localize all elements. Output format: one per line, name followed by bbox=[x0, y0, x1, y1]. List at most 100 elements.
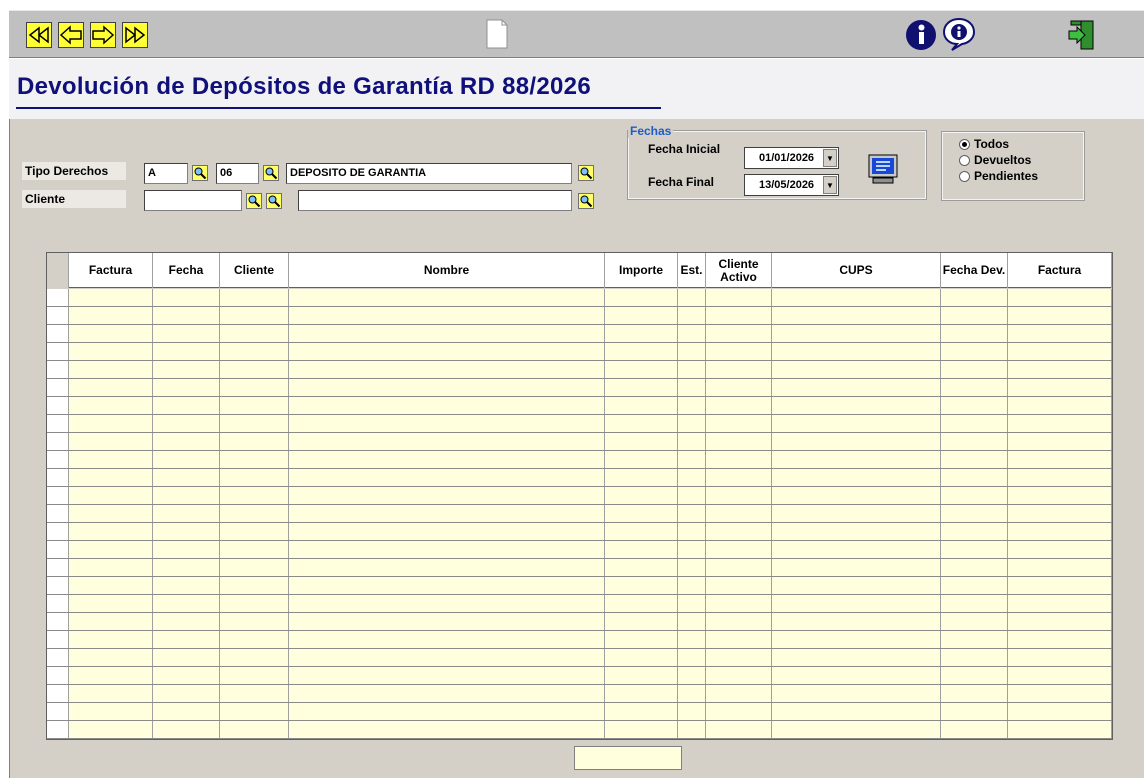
table-cell[interactable] bbox=[706, 361, 772, 378]
table-row[interactable] bbox=[47, 721, 1112, 739]
row-selector[interactable] bbox=[47, 379, 69, 396]
table-cell[interactable] bbox=[772, 721, 941, 738]
table-cell[interactable] bbox=[289, 307, 605, 324]
table-cell[interactable] bbox=[605, 307, 678, 324]
table-cell[interactable] bbox=[153, 649, 220, 666]
table-cell[interactable] bbox=[220, 361, 289, 378]
table-cell[interactable] bbox=[678, 577, 706, 594]
table-cell[interactable] bbox=[706, 703, 772, 720]
table-cell[interactable] bbox=[706, 397, 772, 414]
row-selector[interactable] bbox=[47, 469, 69, 486]
table-cell[interactable] bbox=[605, 415, 678, 432]
table-cell[interactable] bbox=[1008, 307, 1112, 324]
table-cell[interactable] bbox=[69, 595, 153, 612]
refresh-button[interactable] bbox=[867, 154, 899, 184]
table-cell[interactable] bbox=[220, 523, 289, 540]
row-selector[interactable] bbox=[47, 361, 69, 378]
table-cell[interactable] bbox=[1008, 703, 1112, 720]
table-cell[interactable] bbox=[678, 559, 706, 576]
table-cell[interactable] bbox=[1008, 487, 1112, 504]
tipo-description-field[interactable]: DEPOSITO DE GARANTIA bbox=[286, 163, 572, 184]
table-cell[interactable] bbox=[941, 379, 1008, 396]
row-selector[interactable] bbox=[47, 325, 69, 342]
radio-devueltos[interactable]: Devueltos bbox=[959, 153, 1031, 167]
tipo-code-field[interactable]: A bbox=[144, 163, 188, 184]
column-header-fecha-dev[interactable]: Fecha Dev. bbox=[941, 253, 1008, 288]
table-cell[interactable] bbox=[1008, 541, 1112, 558]
table-cell[interactable] bbox=[153, 559, 220, 576]
table-cell[interactable] bbox=[941, 343, 1008, 360]
table-cell[interactable] bbox=[772, 469, 941, 486]
radio-pendientes[interactable]: Pendientes bbox=[959, 169, 1038, 183]
table-row[interactable] bbox=[47, 451, 1112, 469]
table-cell[interactable] bbox=[69, 415, 153, 432]
last-record-button[interactable] bbox=[122, 22, 148, 48]
table-cell[interactable] bbox=[678, 307, 706, 324]
table-cell[interactable] bbox=[153, 289, 220, 306]
table-row[interactable] bbox=[47, 433, 1112, 451]
table-cell[interactable] bbox=[941, 361, 1008, 378]
column-header-importe[interactable]: Importe bbox=[605, 253, 678, 288]
table-cell[interactable] bbox=[941, 289, 1008, 306]
radio-devueltos-button[interactable] bbox=[959, 154, 970, 166]
table-cell[interactable] bbox=[706, 577, 772, 594]
table-cell[interactable] bbox=[678, 631, 706, 648]
table-cell[interactable] bbox=[1008, 505, 1112, 522]
table-cell[interactable] bbox=[706, 415, 772, 432]
table-cell[interactable] bbox=[772, 397, 941, 414]
table-cell[interactable] bbox=[772, 451, 941, 468]
table-cell[interactable] bbox=[153, 541, 220, 558]
radio-pendientes-button[interactable] bbox=[959, 170, 970, 182]
table-row[interactable] bbox=[47, 631, 1112, 649]
table-cell[interactable] bbox=[772, 703, 941, 720]
table-cell[interactable] bbox=[605, 469, 678, 486]
table-cell[interactable] bbox=[678, 541, 706, 558]
table-cell[interactable] bbox=[706, 631, 772, 648]
table-cell[interactable] bbox=[69, 307, 153, 324]
table-cell[interactable] bbox=[153, 361, 220, 378]
table-cell[interactable] bbox=[941, 667, 1008, 684]
table-row[interactable] bbox=[47, 667, 1112, 685]
table-row[interactable] bbox=[47, 577, 1112, 595]
table-cell[interactable] bbox=[153, 577, 220, 594]
table-row[interactable] bbox=[47, 505, 1112, 523]
table-cell[interactable] bbox=[220, 631, 289, 648]
table-cell[interactable] bbox=[678, 487, 706, 504]
table-cell[interactable] bbox=[678, 667, 706, 684]
table-row[interactable] bbox=[47, 649, 1112, 667]
row-selector[interactable] bbox=[47, 289, 69, 306]
table-cell[interactable] bbox=[289, 361, 605, 378]
table-cell[interactable] bbox=[1008, 451, 1112, 468]
table-cell[interactable] bbox=[289, 343, 605, 360]
table-cell[interactable] bbox=[1008, 469, 1112, 486]
table-cell[interactable] bbox=[605, 343, 678, 360]
row-selector[interactable] bbox=[47, 559, 69, 576]
table-cell[interactable] bbox=[220, 415, 289, 432]
column-header-cups[interactable]: CUPS bbox=[772, 253, 941, 288]
table-cell[interactable] bbox=[772, 577, 941, 594]
table-cell[interactable] bbox=[289, 613, 605, 630]
table-cell[interactable] bbox=[941, 505, 1008, 522]
table-cell[interactable] bbox=[69, 703, 153, 720]
row-selector[interactable] bbox=[47, 631, 69, 648]
table-cell[interactable] bbox=[678, 721, 706, 738]
table-cell[interactable] bbox=[289, 523, 605, 540]
table-cell[interactable] bbox=[69, 343, 153, 360]
row-selector[interactable] bbox=[47, 577, 69, 594]
table-cell[interactable] bbox=[289, 379, 605, 396]
table-cell[interactable] bbox=[69, 685, 153, 702]
table-cell[interactable] bbox=[605, 487, 678, 504]
table-row[interactable] bbox=[47, 559, 1112, 577]
column-header-cliente-activo[interactable]: Cliente Activo bbox=[706, 253, 772, 288]
row-selector[interactable] bbox=[47, 685, 69, 702]
row-selector[interactable] bbox=[47, 541, 69, 558]
table-cell[interactable] bbox=[706, 289, 772, 306]
table-row[interactable] bbox=[47, 595, 1112, 613]
table-cell[interactable] bbox=[706, 541, 772, 558]
exit-button[interactable] bbox=[1067, 19, 1097, 51]
table-cell[interactable] bbox=[153, 415, 220, 432]
table-cell[interactable] bbox=[772, 289, 941, 306]
column-header-factura[interactable]: Factura bbox=[69, 253, 153, 288]
row-selector[interactable] bbox=[47, 649, 69, 666]
table-cell[interactable] bbox=[605, 667, 678, 684]
